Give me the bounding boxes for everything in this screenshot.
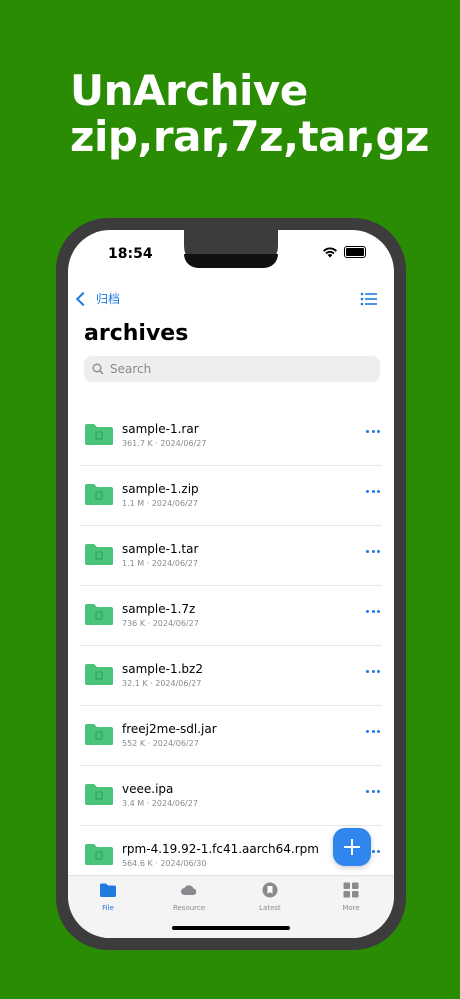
add-button[interactable] xyxy=(333,828,371,866)
chevron-left-icon xyxy=(75,291,91,306)
tab-latest[interactable]: Latest xyxy=(230,882,310,912)
file-meta: 3.4 M · 2024/06/27 xyxy=(122,799,198,808)
page-title: archives xyxy=(84,321,189,346)
file-row[interactable]: freej2me-sdl.jar 552 K · 2024/06/27 xyxy=(80,706,382,766)
phone-screen: 18:54 归档 archives Search sample-1.rar 36… xyxy=(68,230,394,938)
status-time: 18:54 xyxy=(108,246,153,262)
folder-archive-icon xyxy=(85,604,113,625)
wifi-icon xyxy=(323,247,337,258)
tab-label: Latest xyxy=(259,904,281,912)
file-meta: 552 K · 2024/06/27 xyxy=(122,739,199,748)
file-name: sample-1.rar xyxy=(122,422,199,436)
tab-label: Resource xyxy=(172,904,206,912)
file-name: veee.ipa xyxy=(122,782,174,796)
file-row[interactable]: veee.ipa 3.4 M · 2024/06/27 xyxy=(80,766,382,826)
folder-archive-icon xyxy=(85,844,113,865)
folder-archive-icon xyxy=(85,424,113,445)
battery-icon xyxy=(344,246,366,258)
folder-archive-icon xyxy=(85,664,113,685)
back-label: 归档 xyxy=(96,292,121,306)
file-row[interactable]: sample-1.tar 1.1 M · 2024/06/27 xyxy=(80,526,382,586)
file-row[interactable]: sample-1.zip 1.1 M · 2024/06/27 xyxy=(80,466,382,526)
folder-archive-icon xyxy=(85,544,113,565)
file-meta: 564.6 K · 2024/06/30 xyxy=(122,859,207,868)
tab-file[interactable]: File xyxy=(68,882,148,912)
file-name: rpm-4.19.92-1.fc41.aarch64.rpm xyxy=(122,842,319,856)
more-options-icon[interactable] xyxy=(366,490,380,496)
nav-bar: 归档 xyxy=(68,286,394,316)
file-meta: 736 K · 2024/06/27 xyxy=(122,619,199,628)
grid-icon xyxy=(343,882,359,898)
file-meta: 361.7 K · 2024/06/27 xyxy=(122,439,207,448)
file-meta: 1.1 M · 2024/06/27 xyxy=(122,499,198,508)
more-options-icon[interactable] xyxy=(366,430,380,436)
headline-line-2: zip,rar,7z,tar,gz xyxy=(70,112,429,161)
more-options-icon[interactable] xyxy=(366,550,380,556)
file-name: sample-1.bz2 xyxy=(122,662,203,676)
file-row[interactable]: sample-1.rar 361.7 K · 2024/06/27 xyxy=(80,406,382,466)
list-view-icon[interactable] xyxy=(360,292,378,306)
back-button[interactable]: 归档 xyxy=(75,290,121,307)
headline-line-1: UnArchive xyxy=(70,66,308,115)
file-row[interactable]: sample-1.7z 736 K · 2024/06/27 xyxy=(80,586,382,646)
status-icons xyxy=(322,246,366,258)
dynamic-island xyxy=(184,254,278,268)
file-name: freej2me-sdl.jar xyxy=(122,722,217,736)
search-icon xyxy=(92,363,104,375)
tab-more[interactable]: More xyxy=(311,882,391,912)
folder-archive-icon xyxy=(85,484,113,505)
folder-icon xyxy=(100,883,116,897)
file-meta: 1.1 M · 2024/06/27 xyxy=(122,559,198,568)
tab-label: More xyxy=(342,904,360,912)
more-options-icon[interactable] xyxy=(366,730,380,736)
bookmark-circle-icon xyxy=(262,882,278,898)
search-input[interactable]: Search xyxy=(84,356,380,382)
more-options-icon[interactable] xyxy=(366,610,380,616)
folder-archive-icon xyxy=(85,784,113,805)
cloud-icon xyxy=(181,885,197,895)
tab-bar: File Resource Latest More xyxy=(68,875,394,938)
file-list: sample-1.rar 361.7 K · 2024/06/27 sample… xyxy=(80,406,382,886)
more-options-icon[interactable] xyxy=(366,790,380,796)
file-name: sample-1.zip xyxy=(122,482,199,496)
folder-archive-icon xyxy=(85,724,113,745)
tab-resource[interactable]: Resource xyxy=(149,882,229,912)
file-name: sample-1.tar xyxy=(122,542,199,556)
home-indicator xyxy=(172,926,290,930)
file-meta: 32.1 K · 2024/06/27 xyxy=(122,679,202,688)
more-options-icon[interactable] xyxy=(366,670,380,676)
phone-frame: 18:54 归档 archives Search sample-1.rar 36… xyxy=(56,218,406,950)
headline: UnArchive zip,rar,7z,tar,gz xyxy=(70,68,429,160)
file-name: sample-1.7z xyxy=(122,602,196,616)
search-placeholder: Search xyxy=(110,362,152,376)
tab-label: File xyxy=(102,904,114,912)
file-row[interactable]: sample-1.bz2 32.1 K · 2024/06/27 xyxy=(80,646,382,706)
